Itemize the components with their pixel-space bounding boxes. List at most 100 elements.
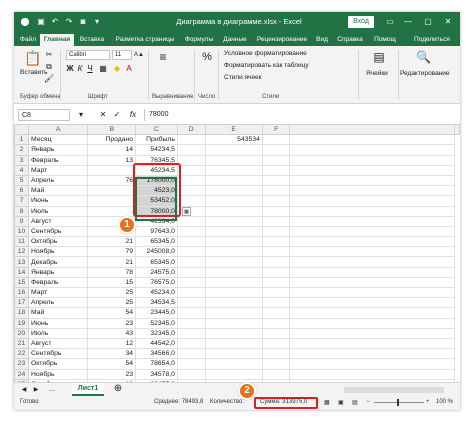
cells-button[interactable]: Ячейки (366, 70, 388, 77)
ribbon-display-icon[interactable]: ▭ (384, 16, 396, 28)
cell-month[interactable]: Ноябрь (27, 368, 89, 380)
cell-empty[interactable] (261, 368, 291, 380)
tab-view[interactable]: Вид (312, 34, 332, 46)
cell-empty[interactable] (176, 154, 206, 166)
sheet-tab[interactable]: Лист1 (72, 383, 104, 396)
cell-value[interactable] (204, 154, 263, 166)
zoom-out-icon[interactable]: − (366, 399, 370, 405)
signin-button[interactable]: Вход (348, 16, 374, 28)
cell-empty[interactable] (289, 307, 455, 319)
undo-icon[interactable]: ↶ (50, 17, 60, 27)
cell-empty[interactable] (289, 276, 455, 289)
cell-sold[interactable]: 54 (87, 307, 137, 319)
cell-empty[interactable] (176, 327, 206, 339)
cell-sold[interactable]: 34 (87, 348, 137, 360)
cell-empty[interactable] (176, 144, 206, 156)
cell-month[interactable]: Июль (27, 205, 89, 217)
cell-empty[interactable] (261, 327, 291, 339)
cell-month[interactable]: Апрель (27, 297, 89, 309)
cell-sold[interactable]: 43 (87, 327, 137, 339)
cell-empty[interactable] (261, 307, 291, 319)
row-header[interactable]: 20 (14, 327, 29, 339)
tab-formulas[interactable]: Формулы (182, 34, 216, 46)
cell-empty[interactable] (176, 286, 206, 299)
editing-button[interactable]: Редактирование (400, 70, 450, 77)
cell-sold[interactable]: 12 (87, 337, 137, 350)
tab-review[interactable]: Рецензирование (254, 34, 310, 46)
copy-icon[interactable]: ⧉ (44, 62, 54, 72)
cell-month[interactable]: Октябрь (27, 358, 89, 370)
cell-profit[interactable]: 42334,0 (135, 215, 178, 227)
cell-empty[interactable] (176, 174, 206, 187)
cell-profit[interactable]: 32345,0 (135, 327, 178, 339)
cell-empty[interactable] (289, 286, 455, 299)
cell-value[interactable] (204, 307, 263, 319)
row-header[interactable]: 18 (14, 307, 29, 319)
zoom-in-icon[interactable]: + (426, 399, 430, 405)
cell-value[interactable] (204, 225, 263, 238)
cell-profit[interactable]: 23445,0 (135, 307, 178, 319)
format-as-table-button[interactable]: Форматировать как таблицу (224, 62, 309, 69)
cell-sold[interactable] (87, 195, 137, 207)
cell-month[interactable]: Сентябрь (27, 225, 89, 238)
cells-icon[interactable]: ▤ (372, 51, 386, 63)
cell-profit[interactable]: 76345,5 (135, 154, 178, 166)
cell-profit[interactable]: 4523,0 (135, 185, 178, 197)
cell-sold[interactable] (87, 164, 137, 176)
cell-month[interactable]: Май (27, 185, 89, 197)
row-header[interactable]: 8 (14, 205, 29, 217)
tab-tell-me[interactable]: Помощ (368, 34, 402, 46)
cell-profit[interactable]: 65345,0 (135, 256, 178, 268)
camera-icon[interactable]: ◙ (78, 17, 88, 27)
tab-help[interactable]: Справка (334, 34, 366, 46)
cell-month[interactable]: Январь (27, 144, 89, 156)
cell-value[interactable] (204, 174, 263, 187)
cell-empty[interactable] (289, 327, 455, 339)
cell-empty[interactable] (176, 215, 206, 227)
cell-value[interactable] (204, 205, 263, 217)
cell-value[interactable] (204, 266, 263, 278)
cell-sold[interactable]: 21 (87, 236, 137, 248)
cell-empty[interactable] (176, 307, 206, 319)
horizontal-scrollbar[interactable] (344, 387, 444, 393)
paste-icon[interactable]: 📋 (24, 50, 41, 66)
cell-sold[interactable]: 25 (87, 286, 137, 299)
row-header[interactable]: 4 (14, 164, 29, 176)
cell-empty[interactable] (261, 358, 291, 370)
column-header[interactable]: F (261, 124, 291, 136)
number-format-icon[interactable]: % (200, 52, 214, 63)
cell-profit[interactable]: 45234,5 (135, 164, 178, 176)
cell-value[interactable] (204, 368, 263, 380)
cell-month[interactable]: Сентябрь (27, 348, 89, 360)
cell-empty[interactable] (176, 185, 206, 197)
cell-empty[interactable] (261, 337, 291, 350)
row-header[interactable]: 24 (14, 368, 29, 380)
cell-empty[interactable] (289, 337, 455, 350)
next-sheet-icon[interactable]: ▶ (32, 385, 40, 395)
cell-value[interactable] (204, 256, 263, 268)
cell-empty[interactable] (261, 215, 291, 227)
cell-value[interactable] (204, 164, 263, 176)
cell-empty[interactable] (289, 154, 455, 166)
row-header[interactable]: 11 (14, 236, 29, 248)
cell-empty[interactable] (261, 297, 291, 309)
row-header[interactable]: 2 (14, 144, 29, 156)
cell-month[interactable]: Август (27, 337, 89, 350)
row-header[interactable]: 21 (14, 337, 29, 350)
cell-empty[interactable] (176, 297, 206, 309)
grow-font-icon[interactable]: A▲ (134, 50, 144, 60)
row-header[interactable]: 9 (14, 215, 29, 227)
cell-empty[interactable] (261, 286, 291, 299)
column-header[interactable]: C (135, 124, 178, 136)
row-header[interactable]: 10 (14, 225, 29, 238)
redo-icon[interactable]: ↷ (64, 17, 74, 27)
cell-empty[interactable] (261, 348, 291, 360)
cell-month[interactable]: Апрель (27, 174, 89, 187)
cell-sold[interactable]: 25 (87, 297, 137, 309)
font-color-icon[interactable]: A (124, 64, 134, 74)
cell-sold[interactable]: 13 (87, 154, 137, 166)
cell-sold[interactable]: 14 (87, 144, 137, 156)
cell-empty[interactable] (176, 225, 206, 238)
row-header[interactable]: 14 (14, 266, 29, 278)
name-box[interactable]: C8 (18, 109, 70, 121)
